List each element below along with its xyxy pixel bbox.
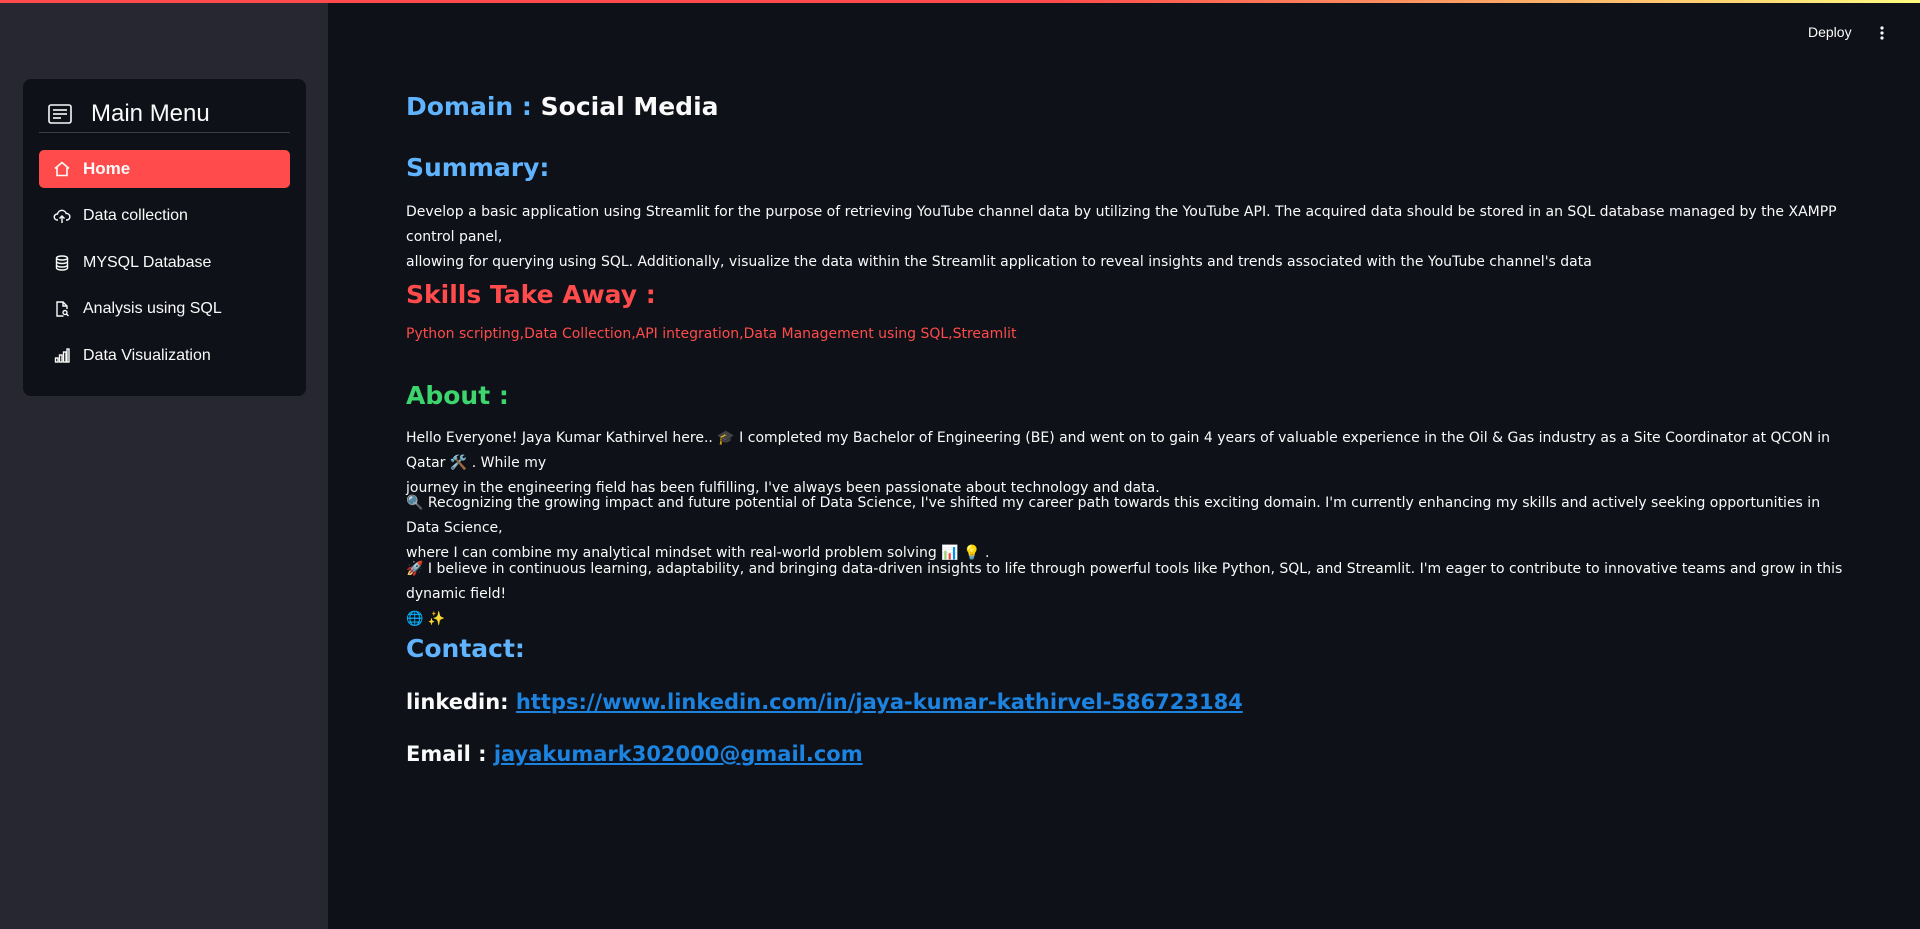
- linkedin-label: linkedin:: [406, 690, 509, 714]
- contact-heading: Contact:: [406, 634, 525, 663]
- linkedin-link[interactable]: https://www.linkedin.com/in/jaya-kumar-k…: [516, 690, 1243, 714]
- skills-text: Python scripting,Data Collection,API int…: [406, 326, 1017, 342]
- main-menu-header: Main Menu: [39, 95, 290, 133]
- email-row: Email : jayakumark302000@gmail.com: [406, 742, 863, 766]
- sidebar-item-label: MYSQL Database: [83, 254, 212, 271]
- sidebar-item-label: Data collection: [83, 207, 188, 224]
- sidebar-item-home[interactable]: Home: [39, 150, 290, 188]
- sidebar: Main Menu Home Data collection MYSQL Dat…: [0, 0, 328, 929]
- about-paragraph-2: 🔍 Recognizing the growing impact and fut…: [406, 491, 1846, 566]
- domain-value: Social Media: [540, 92, 719, 121]
- summary-line: allowing for querying using SQL. Additio…: [406, 254, 1592, 270]
- sidebar-item-mysql-database[interactable]: MYSQL Database: [39, 244, 290, 282]
- main-menu-button[interactable]: [1866, 18, 1898, 52]
- bar-chart-icon: [53, 347, 71, 365]
- main-menu-card: Main Menu Home Data collection MYSQL Dat…: [23, 79, 306, 396]
- email-link[interactable]: jayakumark302000@gmail.com: [494, 742, 863, 766]
- app-top-decoration: [0, 0, 1920, 3]
- vertical-dots-icon: [1880, 25, 1884, 45]
- sidebar-item-label: Analysis using SQL: [83, 300, 222, 317]
- email-label: Email :: [406, 742, 487, 766]
- sidebar-item-data-visualization[interactable]: Data Visualization: [39, 337, 290, 375]
- summary-text: Develop a basic application using Stream…: [406, 200, 1846, 275]
- skills-heading: Skills Take Away :: [406, 280, 656, 309]
- home-icon: [53, 160, 71, 178]
- cloud-upload-icon: [53, 207, 71, 225]
- about-heading: About :: [406, 381, 509, 410]
- about-line: 🚀 I believe in continuous learning, adap…: [406, 561, 1843, 602]
- domain-label: Domain :: [406, 92, 532, 121]
- sidebar-item-data-collection[interactable]: Data collection: [39, 197, 290, 235]
- linkedin-row: linkedin: https://www.linkedin.com/in/ja…: [406, 690, 1243, 714]
- summary-heading: Summary:: [406, 153, 550, 182]
- deploy-button[interactable]: Deploy: [1808, 24, 1852, 46]
- main-menu-title: Main Menu: [91, 99, 210, 127]
- domain-heading: Domain : Social Media: [406, 92, 719, 121]
- summary-line: Develop a basic application using Stream…: [406, 204, 1837, 245]
- about-line: 🌐 ✨: [406, 611, 446, 627]
- sidebar-item-label: Home: [83, 159, 131, 178]
- sidebar-item-analysis-using-sql[interactable]: Analysis using SQL: [39, 290, 290, 328]
- about-line: 🔍 Recognizing the growing impact and fut…: [406, 495, 1821, 536]
- about-paragraph-1: Hello Everyone! Jaya Kumar Kathirvel her…: [406, 426, 1846, 501]
- database-icon: [53, 254, 71, 272]
- menu-card-icon: [47, 101, 73, 127]
- file-search-icon: [53, 300, 71, 318]
- about-line: Hello Everyone! Jaya Kumar Kathirvel her…: [406, 430, 1831, 471]
- about-paragraph-3: 🚀 I believe in continuous learning, adap…: [406, 557, 1846, 632]
- sidebar-item-label: Data Visualization: [83, 347, 211, 364]
